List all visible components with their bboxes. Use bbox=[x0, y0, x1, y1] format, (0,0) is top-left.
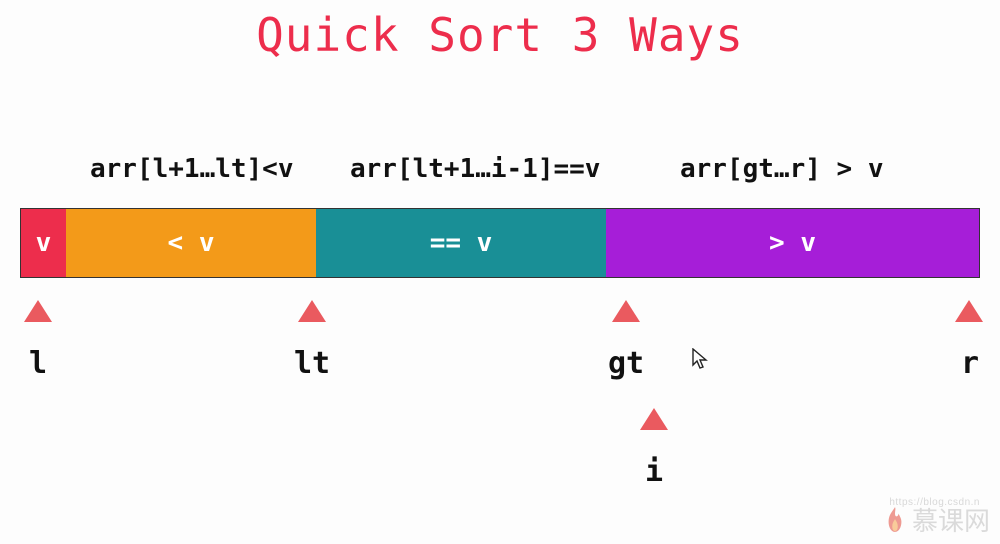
formula-greater: arr[gt…r] > v bbox=[680, 154, 884, 184]
pointer-gt-label: gt bbox=[608, 346, 644, 381]
watermark-text: 慕课网 bbox=[912, 501, 990, 538]
partition-bar: v < v == v > v bbox=[20, 208, 980, 278]
cursor-icon bbox=[692, 348, 708, 375]
segment-equal: == v bbox=[316, 209, 606, 277]
formula-less: arr[l+1…lt]<v bbox=[90, 154, 294, 184]
pointer-gt-icon bbox=[612, 300, 640, 322]
segment-pivot: v bbox=[21, 209, 66, 277]
pointer-l-icon bbox=[24, 300, 52, 322]
pointer-l-label: l bbox=[29, 346, 47, 381]
pointer-lt-label: lt bbox=[294, 346, 330, 381]
formula-row: arr[l+1…lt]<v arr[lt+1…i-1]==v arr[gt…r]… bbox=[0, 154, 1000, 194]
pointer-lt-icon bbox=[298, 300, 326, 322]
formula-equal: arr[lt+1…i-1]==v bbox=[350, 154, 600, 184]
pointer-i-icon bbox=[640, 408, 668, 430]
segment-greater: > v bbox=[606, 209, 979, 277]
watermark: 慕课网 bbox=[884, 501, 990, 538]
diagram-stage: Quick Sort 3 Ways arr[l+1…lt]<v arr[lt+1… bbox=[0, 0, 1000, 544]
pointer-r-icon bbox=[955, 300, 983, 322]
diagram-title: Quick Sort 3 Ways bbox=[0, 8, 1000, 62]
pointer-r-label: r bbox=[961, 346, 979, 381]
flame-icon bbox=[884, 506, 906, 534]
segment-less: < v bbox=[66, 209, 316, 277]
pointer-i-label: i bbox=[645, 454, 663, 489]
